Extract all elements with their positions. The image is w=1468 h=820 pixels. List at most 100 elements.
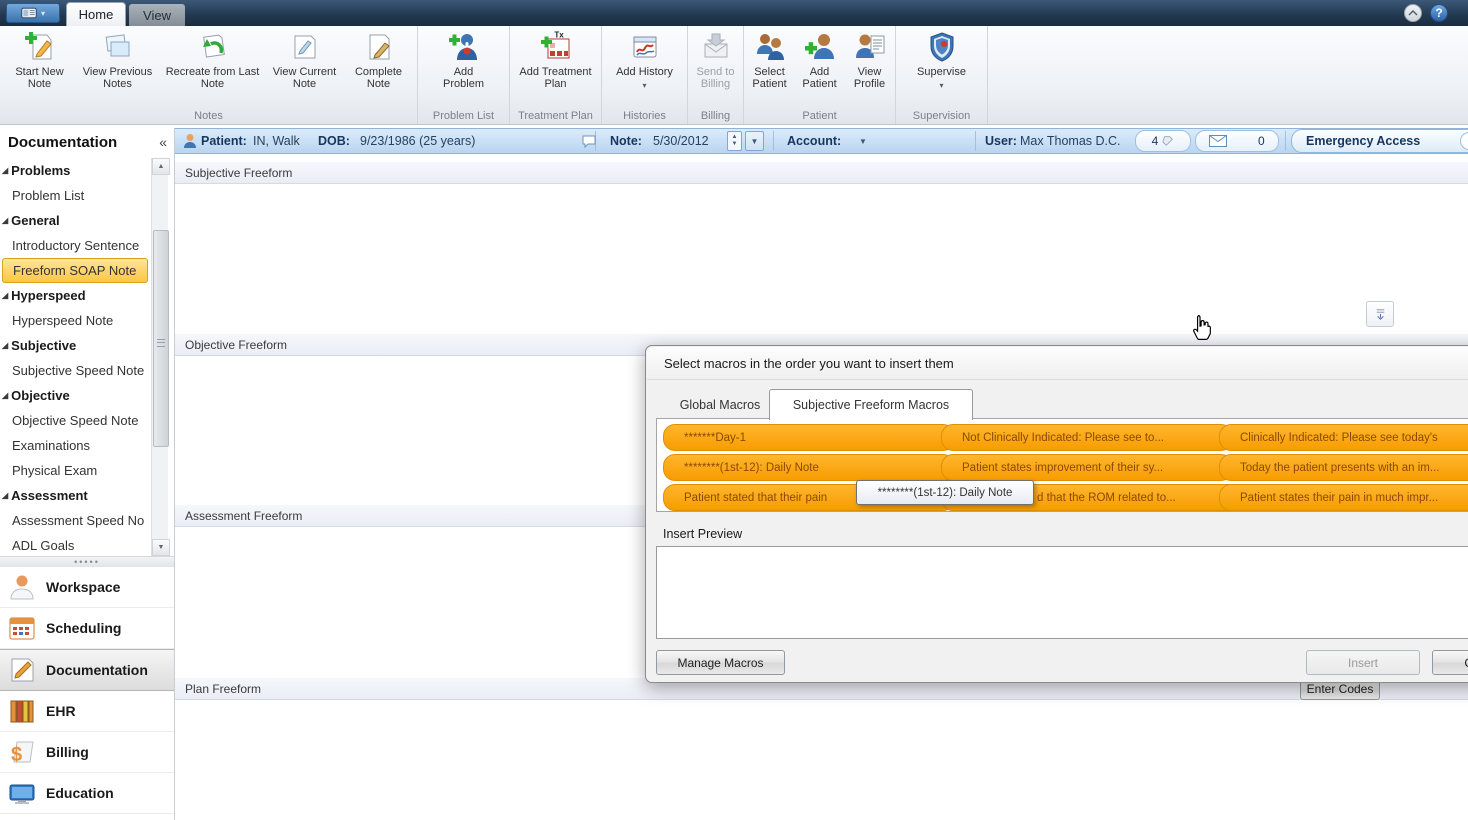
complete-note-button[interactable]: Complete Note <box>347 30 411 90</box>
help-button[interactable]: ? <box>1430 4 1448 22</box>
nav-item-billing[interactable]: $ Billing <box>0 732 174 773</box>
tree-section-assessment[interactable]: ◢ Assessment <box>0 483 150 508</box>
start-new-note-button[interactable]: Start New Note <box>7 30 73 90</box>
add-patient-icon <box>804 34 834 59</box>
scroll-down-icon[interactable]: ▼ <box>152 539 170 556</box>
macro-button-day-1[interactable]: *******Day-1 <box>663 424 955 451</box>
emergency-access-label: Emergency Access <box>1306 134 1421 148</box>
divider <box>773 131 774 151</box>
group-caption: Notes <box>194 110 223 122</box>
tree-item-adl-goals[interactable]: ADL Goals <box>0 533 150 556</box>
ribbon-collapse-button[interactable] <box>1404 4 1422 22</box>
add-patient-button[interactable]: Add Patient <box>796 30 844 90</box>
macro-button-1st-12-daily-note[interactable]: ********(1st-12): Daily Note <box>663 454 955 481</box>
tab-global-macros[interactable]: Global Macros <box>673 392 767 418</box>
insert-preview-box[interactable] <box>656 546 1468 639</box>
view-previous-notes-button[interactable]: View Previous Notes <box>75 30 161 90</box>
cancel-button[interactable]: Cancel <box>1432 650 1468 675</box>
macro-button-patient-states-improvement[interactable]: Patient states improvement of their sy..… <box>941 454 1233 481</box>
panel-splitter[interactable]: ••••• <box>0 556 174 567</box>
view-profile-button[interactable]: View Profile <box>846 30 894 90</box>
nav-item-documentation[interactable]: Documentation <box>0 649 174 691</box>
plan-freeform-textarea[interactable] <box>175 700 1468 820</box>
app-icon <box>21 7 37 19</box>
nav-item-scheduling[interactable]: Scheduling <box>0 608 174 649</box>
emergency-toggle-knob[interactable] <box>1460 132 1468 150</box>
tree-label: Introductory Sentence <box>12 238 140 253</box>
history-chart-icon <box>633 36 656 58</box>
tab-subjective-freeform-macros[interactable]: Subjective Freeform Macros <box>769 389 973 420</box>
tree-label: Hyperspeed Note <box>12 313 114 328</box>
education-monitor-icon <box>9 784 35 804</box>
tree-section-subjective[interactable]: ◢ Subjective <box>0 333 150 358</box>
scrollbar-thumb[interactable] <box>153 230 169 447</box>
group-caption: Billing <box>700 110 731 122</box>
tree-item-examinations[interactable]: Examinations <box>0 433 150 458</box>
tab-view[interactable]: View <box>129 4 185 26</box>
expand-triangle-icon: ◢ <box>2 341 9 350</box>
tree-item-freeform-soap-note[interactable]: Freeform SOAP Note <box>2 258 148 283</box>
insert-macro-button[interactable] <box>1366 301 1394 327</box>
tab-home[interactable]: Home <box>66 2 126 26</box>
note-dropdown-button[interactable]: ▼ <box>745 129 764 153</box>
tree-item-physical-exam[interactable]: Physical Exam <box>0 458 150 483</box>
stepper-down-icon[interactable]: ▼ <box>732 141 738 148</box>
emergency-access-button[interactable]: Emergency Access <box>1291 129 1468 153</box>
tree-section-general[interactable]: ◢ General <box>0 208 150 233</box>
tree-item-introductory-sentence[interactable]: Introductory Sentence <box>0 233 150 258</box>
group-caption: Problem List <box>432 110 495 122</box>
dialog-title: Select macros in the order you want to i… <box>647 347 1468 380</box>
tree-item-subjective-speed-note[interactable]: Subjective Speed Note <box>0 358 150 383</box>
select-patient-button[interactable]: Select Patient <box>746 30 794 90</box>
note-date-stepper[interactable]: ▲ ▼ <box>727 129 742 153</box>
add-problem-button[interactable]: Add Problem <box>433 30 495 90</box>
note-date-value: 5/30/2012 <box>653 134 709 148</box>
nav-item-workspace[interactable]: Workspace <box>0 567 174 608</box>
tree-item-objective-speed-note[interactable]: Objective Speed Note <box>0 408 150 433</box>
app-menu-button[interactable]: ▾ <box>6 3 60 23</box>
add-history-button[interactable]: Add History ▾ <box>609 30 681 92</box>
alerts-pill[interactable]: 4 <box>1135 129 1191 153</box>
sidebar-scrollbar[interactable]: ▲ ▼ <box>151 158 170 556</box>
tree-label: General <box>11 213 60 228</box>
section-label: Subjective Freeform <box>185 165 293 180</box>
nav-item-education[interactable]: Education <box>0 773 174 814</box>
macro-button-not-clinically-indicated[interactable]: Not Clinically Indicated: Please see to.… <box>941 424 1233 451</box>
macro-button-pain-much-improved[interactable]: Patient states their pain in much impr..… <box>1219 484 1468 511</box>
supervise-button[interactable]: Supervise ▾ <box>907 30 977 92</box>
patient-info-bar: Patient: IN, Walk DOB: 9/23/1986 (25 yea… <box>175 128 1468 154</box>
tree-item-hyperspeed-note[interactable]: Hyperspeed Note <box>0 308 150 333</box>
new-note-icon <box>24 32 52 60</box>
account-dropdown-caret[interactable]: ▼ <box>859 129 867 153</box>
recreate-from-last-note-button[interactable]: Recreate from Last Note <box>163 30 263 90</box>
messages-pill[interactable]: 0 <box>1195 129 1279 153</box>
add-treatment-plan-button[interactable]: Tx Add Treatment Plan <box>511 30 601 91</box>
group-caption: Patient <box>802 110 837 122</box>
tree-label: ADL Goals <box>12 538 75 553</box>
stepper-up-icon[interactable]: ▲ <box>732 134 738 141</box>
button-label: Supervise <box>917 66 966 78</box>
tree-item-problem-list[interactable]: Problem List <box>0 183 150 208</box>
view-current-note-button[interactable]: View Current Note <box>265 30 345 90</box>
macro-button-clinically-indicated[interactable]: Clinically Indicated: Please see today's <box>1219 424 1468 451</box>
ribbon-group-billing: Send to Billing Billing <box>688 26 744 124</box>
macro-select-dialog: Select macros in the order you want to i… <box>645 345 1468 683</box>
macro-button-today-the-patient-presents[interactable]: Today the patient presents with an im... <box>1219 454 1468 481</box>
tree-section-objective[interactable]: ◢ Objective <box>0 383 150 408</box>
select-patient-icon <box>756 34 784 60</box>
tree-section-hyperspeed[interactable]: ◢ Hyperspeed <box>0 283 150 308</box>
expand-triangle-icon: ◢ <box>2 166 9 175</box>
tree-item-assessment-speed-note[interactable]: Assessment Speed No <box>0 508 150 533</box>
scroll-up-icon[interactable]: ▲ <box>152 158 170 175</box>
tree-label: Problems <box>11 163 71 178</box>
manage-macros-button[interactable]: Manage Macros <box>656 650 785 675</box>
group-caption: Supervision <box>912 110 971 122</box>
dropdown-caret-icon: ▾ <box>939 81 944 90</box>
view-profile-icon <box>855 34 884 58</box>
tree-section-problems[interactable]: ◢ Problems <box>0 158 150 183</box>
sidebar-collapse-button[interactable]: « <box>159 134 167 150</box>
button-label: Complete Note <box>354 66 403 90</box>
nav-label: Scheduling <box>46 620 122 636</box>
nav-item-ehr[interactable]: EHR <box>0 691 174 732</box>
subjective-freeform-textarea[interactable] <box>175 184 1468 333</box>
